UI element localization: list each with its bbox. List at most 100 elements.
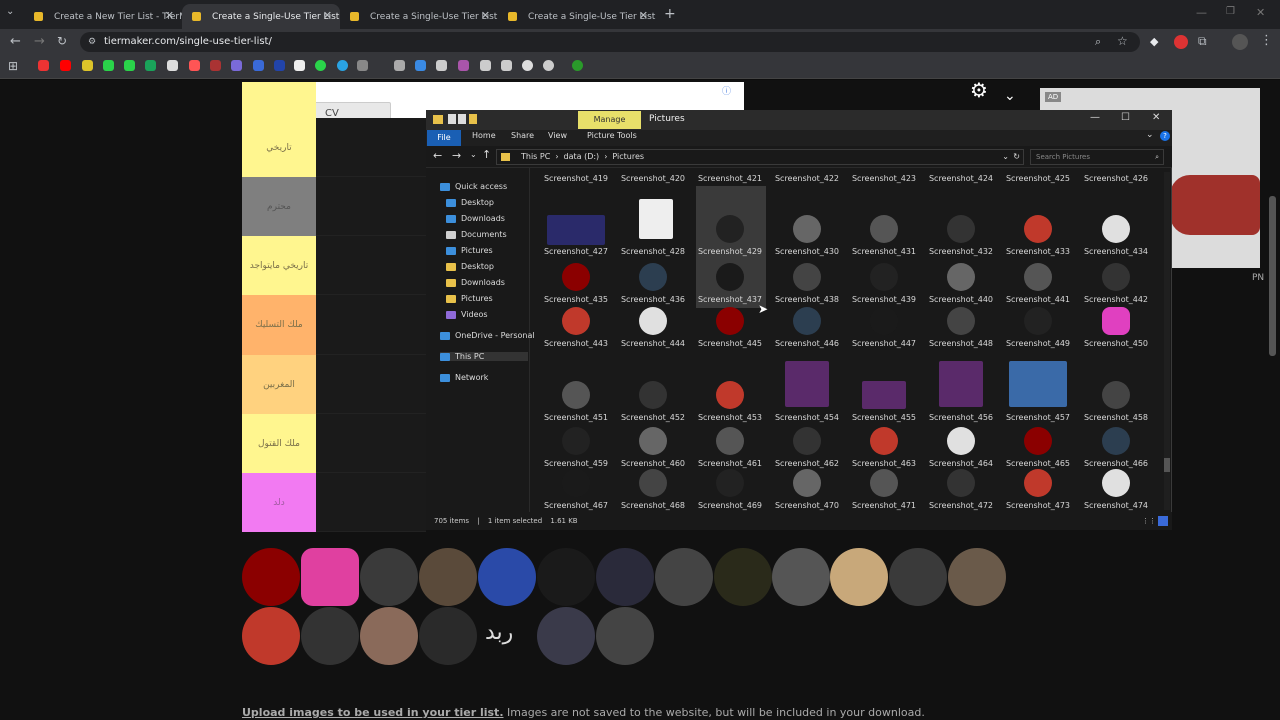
- tab-4[interactable]: Create a Single-Use Tier List (P ✕: [498, 4, 656, 29]
- file-thumbnail[interactable]: [1009, 361, 1067, 407]
- bookmark-icon[interactable]: [357, 60, 368, 71]
- share-tab[interactable]: Share: [511, 131, 534, 140]
- tier-item-avatar[interactable]: [537, 548, 595, 606]
- file-thumbnail[interactable]: [947, 427, 975, 455]
- back-icon[interactable]: ←: [10, 34, 21, 49]
- bookmark-icon[interactable]: [274, 60, 285, 71]
- file-thumbnail[interactable]: [870, 469, 898, 497]
- back-arrow-icon[interactable]: ←: [433, 149, 442, 162]
- file-thumbnail[interactable]: [639, 263, 667, 291]
- settings-gear-icon[interactable]: ⚙: [970, 78, 988, 102]
- file-item[interactable]: Screenshot_449: [1003, 339, 1073, 348]
- file-item[interactable]: Screenshot_472: [926, 501, 996, 510]
- file-thumbnail[interactable]: [793, 263, 821, 291]
- file-thumbnail[interactable]: [870, 215, 898, 243]
- nav-item[interactable]: This PC: [440, 352, 528, 361]
- home-tab[interactable]: Home: [472, 131, 496, 140]
- file-thumbnail[interactable]: [1102, 307, 1130, 335]
- restore-window-icon[interactable]: ❐: [1226, 6, 1235, 17]
- tier-item-avatar[interactable]: [301, 607, 359, 665]
- file-thumbnail[interactable]: [793, 469, 821, 497]
- tab-3[interactable]: Create a Single-Use Tier List (P ✕: [340, 4, 498, 29]
- file-thumbnail[interactable]: [870, 307, 898, 335]
- file-item[interactable]: Screenshot_473: [1003, 501, 1073, 510]
- file-item[interactable]: Screenshot_463: [849, 459, 919, 468]
- file-tab[interactable]: File: [427, 130, 461, 146]
- tier-label-1[interactable]: تاريخي: [242, 118, 316, 177]
- nav-item[interactable]: Videos: [446, 310, 488, 319]
- file-thumbnail[interactable]: [947, 469, 975, 497]
- tier-item-avatar[interactable]: [948, 548, 1006, 606]
- up-arrow-icon[interactable]: ↑: [482, 148, 491, 161]
- file-item[interactable]: Screenshot_440: [926, 295, 996, 304]
- minimize-icon[interactable]: —: [1090, 112, 1100, 123]
- manage-tab[interactable]: Manage: [578, 111, 641, 129]
- file-item[interactable]: Screenshot_446: [772, 339, 842, 348]
- extensions-puzzle-icon[interactable]: ⧉: [1198, 34, 1207, 49]
- tier-row[interactable]: [316, 118, 426, 177]
- file-item[interactable]: Screenshot_422: [772, 174, 842, 183]
- file-item[interactable]: Screenshot_423: [849, 174, 919, 183]
- tier-item-avatar[interactable]: [772, 548, 830, 606]
- bookmark-icon[interactable]: [82, 60, 93, 71]
- site-info-icon[interactable]: ⚙: [88, 32, 96, 52]
- file-item[interactable]: Screenshot_445: [695, 339, 765, 348]
- file-item[interactable]: Screenshot_474: [1081, 501, 1151, 510]
- file-thumbnail[interactable]: [639, 381, 667, 409]
- dropdown-chevron-icon[interactable]: ⌄: [1002, 150, 1009, 164]
- file-item[interactable]: Screenshot_454: [772, 413, 842, 422]
- file-item[interactable]: Screenshot_439: [849, 295, 919, 304]
- maximize-icon[interactable]: ☐: [1121, 112, 1130, 123]
- file-thumbnail[interactable]: [1024, 263, 1052, 291]
- close-icon[interactable]: ✕: [1152, 112, 1160, 123]
- file-thumbnail[interactable]: [862, 381, 906, 409]
- explorer-titlebar[interactable]: [426, 110, 1172, 130]
- refresh-icon[interactable]: ↻: [1013, 150, 1020, 164]
- bookmark-icon[interactable]: [60, 60, 71, 71]
- recent-chevron-icon[interactable]: ⌄: [470, 150, 477, 159]
- search-field[interactable]: Search Pictures ⌕: [1030, 149, 1164, 165]
- bookmark-icon[interactable]: [210, 60, 221, 71]
- file-thumbnail[interactable]: [639, 307, 667, 335]
- file-item[interactable]: Screenshot_471: [849, 501, 919, 510]
- tier-row[interactable]: [316, 177, 426, 236]
- file-item[interactable]: Screenshot_437: [695, 295, 765, 304]
- file-item[interactable]: Screenshot_467: [541, 501, 611, 510]
- scrollbar-thumb[interactable]: [1164, 458, 1170, 472]
- file-thumbnail[interactable]: [1024, 307, 1052, 335]
- file-item[interactable]: Screenshot_435: [541, 295, 611, 304]
- file-thumbnail[interactable]: [793, 215, 821, 243]
- file-item[interactable]: Screenshot_444: [618, 339, 688, 348]
- tier-item-avatar[interactable]: [419, 607, 477, 665]
- tier-row[interactable]: [316, 355, 426, 414]
- file-item[interactable]: Screenshot_431: [849, 247, 919, 256]
- file-item[interactable]: Screenshot_452: [618, 413, 688, 422]
- bookmark-icon[interactable]: [436, 60, 447, 71]
- large-icons-view-icon[interactable]: [1158, 516, 1168, 526]
- minimize-window-icon[interactable]: —: [1196, 6, 1207, 19]
- file-thumbnail[interactable]: [947, 307, 975, 335]
- file-item[interactable]: Screenshot_470: [772, 501, 842, 510]
- tier-item-avatar[interactable]: [830, 548, 888, 606]
- file-thumbnail[interactable]: [716, 381, 744, 409]
- file-item[interactable]: Screenshot_465: [1003, 459, 1073, 468]
- nav-item[interactable]: Downloads: [446, 214, 505, 223]
- bookmark-icon[interactable]: [103, 60, 114, 71]
- close-icon[interactable]: ✕: [323, 9, 332, 22]
- file-thumbnail[interactable]: [562, 427, 590, 455]
- tier-label-7[interactable]: دلد: [242, 473, 316, 532]
- file-item[interactable]: Screenshot_457: [1003, 413, 1073, 422]
- nav-item[interactable]: Documents: [446, 230, 507, 239]
- file-thumbnail[interactable]: [793, 307, 821, 335]
- file-item[interactable]: Screenshot_428: [618, 247, 688, 256]
- file-item[interactable]: Screenshot_456: [926, 413, 996, 422]
- tier-item-avatar[interactable]: [889, 548, 947, 606]
- tier-row[interactable]: [316, 236, 426, 295]
- file-thumbnail[interactable]: [1024, 427, 1052, 455]
- nav-item[interactable]: Pictures: [446, 246, 493, 255]
- file-thumbnail[interactable]: [1102, 469, 1130, 497]
- bookmark-icon[interactable]: [253, 60, 264, 71]
- profile-avatar[interactable]: [1232, 34, 1248, 50]
- file-item[interactable]: Screenshot_448: [926, 339, 996, 348]
- bookmark-icon[interactable]: [189, 60, 200, 71]
